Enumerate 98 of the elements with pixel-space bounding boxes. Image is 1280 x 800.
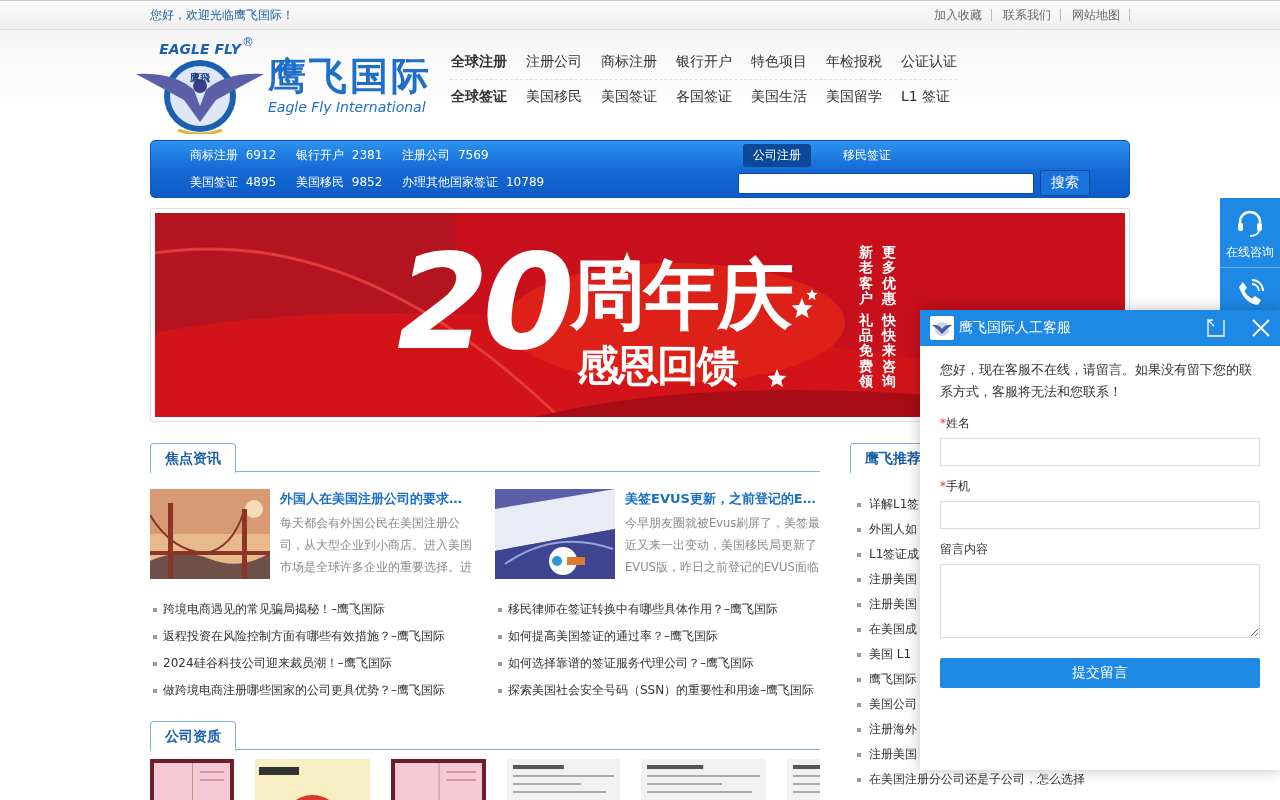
nav-heading[interactable]: 全球签证 [451, 88, 507, 106]
bullet-icon [857, 752, 861, 757]
article-link[interactable]: 鹰飞国际 [869, 671, 917, 688]
banner-subtitle: 感恩回馈 [577, 341, 737, 391]
article-link[interactable]: 做跨境电商注册哪些国家的公司更具优势？–鹰飞国际 [163, 682, 445, 699]
bullet-icon [153, 607, 157, 612]
top-link[interactable]: 网站地图 [1061, 9, 1130, 21]
input-field[interactable] [940, 501, 1260, 529]
headset-icon [1235, 208, 1265, 238]
chat-title: 鹰飞国际人工客服 [959, 319, 1072, 337]
article-link[interactable]: L1签证成 [869, 546, 920, 563]
bullet-icon [498, 688, 502, 693]
article-link[interactable]: 返程投资在风险控制方面有哪些有效措施？–鹰飞国际 [163, 628, 445, 645]
field-label: 留言内容 [940, 541, 989, 558]
banner-number: 20 [397, 227, 569, 377]
article-link[interactable]: 美国 L1 [869, 646, 912, 663]
top-link[interactable]: 加入收藏 [923, 9, 992, 21]
banner-slogan: 新老客户 [859, 245, 873, 307]
nav-link[interactable]: 特色项目 [751, 52, 807, 71]
bullet-icon [857, 552, 861, 557]
bullet-icon [857, 727, 861, 732]
bullet-icon [153, 688, 157, 693]
stat-count: 商标注册 6912 [190, 147, 277, 164]
logo-text: 鷹飛 [190, 72, 210, 83]
article-link[interactable]: 如何提高美国签证的通过率？–鹰飞国际 [508, 628, 718, 645]
bullet-icon [857, 677, 861, 682]
field-label: *手机 [940, 478, 971, 495]
nav-link[interactable]: 美国留学 [826, 88, 882, 106]
nav-link[interactable]: 美国移民 [526, 88, 582, 106]
logo-subtitle: Eagle Fly International [268, 98, 427, 116]
stat-count: 办理其他国家签证 10789 [402, 174, 545, 191]
banner-slogan: 更多优惠 [882, 245, 896, 307]
bullet-icon [857, 577, 861, 582]
article-link[interactable]: 跨境电商遇见的常见骗局揭秘！–鹰飞国际 [163, 601, 385, 618]
nav-heading[interactable]: 全球注册 [451, 52, 507, 71]
eagle-logo-icon [932, 319, 952, 337]
bullet-icon [498, 661, 502, 666]
close-icon[interactable] [1252, 319, 1270, 337]
banner-slogan: 快快来咨询 [882, 312, 896, 390]
expand-icon[interactable] [1207, 319, 1225, 337]
article-title[interactable]: 美签EVUS更新，之前登记的E… [625, 489, 816, 509]
submit-button[interactable]: 提交留言 [940, 658, 1260, 688]
section-tab[interactable]: 公司资质 [150, 721, 236, 751]
bullet-icon [857, 602, 861, 607]
article-link[interactable]: 在美国成 [869, 621, 917, 638]
field-label: *姓名 [940, 415, 971, 432]
nav-link[interactable]: 各国签证 [676, 88, 732, 106]
section-tab[interactable]: 焦点资讯 [150, 443, 236, 473]
nav-link[interactable]: 美国生活 [751, 88, 807, 106]
nav-link[interactable]: 美国签证 [601, 88, 657, 106]
nav-link[interactable]: 年检报税 [826, 52, 882, 71]
article-excerpt: 每天都会有外国公民在美国注册公司，从大型企业到小商店。进入美国市场是全球许多企业的重要选择。进 [280, 515, 473, 576]
bullet-icon [153, 661, 157, 666]
banner-slogan: 礼品免费领 [859, 312, 873, 390]
article-link[interactable]: 2024硅谷科技公司迎来裁员潮！–鹰飞国际 [163, 655, 392, 672]
article-link[interactable]: 详解L1签 [869, 496, 920, 513]
nav-link[interactable]: 商标注册 [601, 52, 657, 71]
bullet-icon [153, 634, 157, 639]
search-tab[interactable]: 公司注册 [743, 144, 811, 167]
stat-count: 美国移民 9852 [296, 174, 383, 191]
logo-name: 鹰飞国际 [268, 54, 432, 98]
article-link[interactable]: 注册海外 [869, 721, 917, 738]
welcome-text: 您好，欢迎光临鹰飞国际！ [150, 6, 294, 24]
offline-notice: 您好，现在客服不在线，请留言。如果没有留下您的联系方式，客服将无法和您联系！ [940, 361, 1253, 401]
article-link[interactable]: 美国公司 [869, 696, 917, 713]
article-excerpt: 今早朋友圈就被Evus刷屏了，美签最近又来一出变动，美国移民局更新了EVUS版，昨日之前登记的EVUS面临 [625, 515, 822, 576]
article-title[interactable]: 外国人在美国注册公司的要求… [280, 489, 462, 509]
article-link[interactable]: 注册美国 [869, 746, 917, 763]
input-field[interactable] [940, 438, 1260, 466]
stat-count: 银行开户 2381 [296, 147, 383, 164]
article-link[interactable]: 在美国注册分公司还是子公司，怎么选择 [869, 771, 1085, 788]
stat-count: 注册公司 7569 [402, 147, 490, 164]
registered-mark: ® [242, 35, 254, 49]
article-link[interactable]: 外国人如 [869, 521, 917, 538]
nav-link[interactable]: 银行开户 [676, 52, 732, 71]
nav-link[interactable]: 注册公司 [526, 52, 582, 71]
stat-count: 美国签证 4895 [190, 174, 277, 191]
article-link[interactable]: 注册美国 [869, 596, 917, 613]
nav-link[interactable]: 公证认证 [901, 52, 957, 71]
article-link[interactable]: 移民律师在签证转换中有哪些具体作用？–鹰飞国际 [508, 601, 778, 618]
bullet-icon [857, 702, 861, 707]
article-link[interactable]: 注册美国 [869, 571, 917, 588]
search-button[interactable]: 搜索 [1040, 170, 1090, 196]
search-field[interactable] [738, 172, 1034, 194]
bullet-icon [857, 652, 861, 657]
bullet-icon [857, 627, 861, 632]
article-link[interactable]: 探索美国社会安全号码（SSN）的重要性和用途–鹰飞国际 [508, 682, 815, 699]
bullet-icon [857, 527, 861, 532]
bullet-icon [857, 777, 861, 782]
logo-text: EAGLE FLY [159, 41, 241, 57]
bullet-icon [498, 607, 502, 612]
bullet-icon [857, 502, 861, 507]
search-tab[interactable]: 移民签证 [833, 144, 901, 167]
article-link[interactable]: 如何选择靠谱的签证服务代理公司？–鹰飞国际 [508, 655, 754, 672]
top-link[interactable]: 联系我们 [992, 9, 1061, 21]
nav-link[interactable]: L1 签证 [901, 88, 951, 106]
bullet-icon [498, 634, 502, 639]
message-field[interactable] [940, 564, 1260, 638]
